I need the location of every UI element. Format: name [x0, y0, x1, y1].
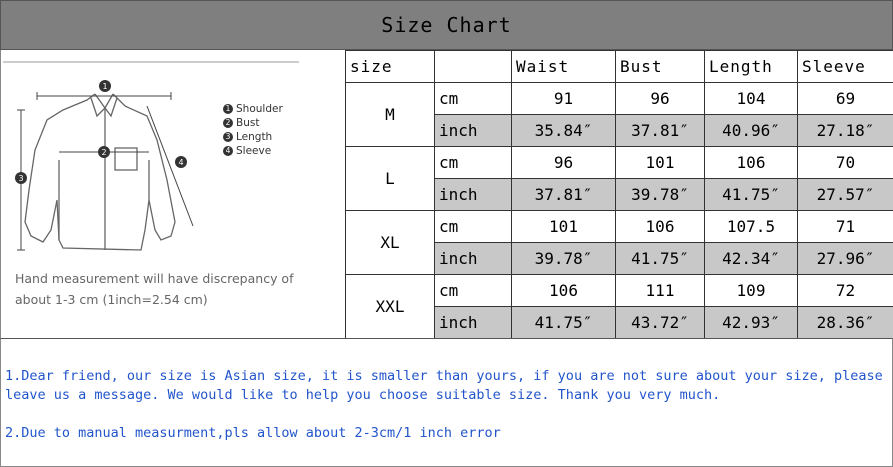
table-row: L cm 96 101 106 70: [345, 146, 893, 211]
unit-cell: cm: [434, 82, 512, 115]
unit-cell: inch: [434, 114, 512, 147]
value-cell: 109: [704, 274, 798, 307]
measurement-legend: 1 Shoulder 2 Bust 3 Length 4 Sleeve: [223, 102, 283, 158]
unit-cell: cm: [434, 210, 512, 243]
footnotes: 1.Dear friend, our size is Asian size, i…: [0, 338, 893, 467]
value-cell: 37.81″: [511, 178, 616, 211]
legend-item: 3 Length: [223, 130, 283, 144]
value-cell: 70: [797, 146, 893, 179]
note-line-1: Hand measurement will have discrepancy o…: [15, 271, 294, 286]
legend-item: 1 Shoulder: [223, 102, 283, 116]
legend-label: Sleeve: [236, 145, 272, 157]
value-cell: 101: [511, 210, 616, 243]
header-sleeve: Sleeve: [797, 50, 893, 83]
unit-cell: inch: [434, 242, 512, 275]
value-cell: 106: [704, 146, 798, 179]
header-size: size: [345, 50, 435, 83]
legend-number: 3: [223, 132, 233, 142]
footnote-2: 2.Due to manual measurment,pls allow abo…: [5, 425, 501, 441]
value-cell: 69: [797, 82, 893, 115]
measurement-diagram: 1 2 3 4 1 Shoulder 2 Bust 3 Length 4 Sle…: [0, 50, 345, 338]
value-cell: 28.36″: [797, 306, 893, 339]
measurement-note: Hand measurement will have discrepancy o…: [15, 268, 315, 310]
unit-cell: cm: [434, 274, 512, 307]
legend-number: 4: [223, 146, 233, 156]
value-cell: 41.75″: [615, 242, 705, 275]
size-label: XL: [345, 210, 435, 275]
value-cell: 111: [615, 274, 705, 307]
legend-number: 2: [223, 118, 233, 128]
value-cell: 101: [615, 146, 705, 179]
value-cell: 39.78″: [615, 178, 705, 211]
table-row: M cm 91 96 104 69: [345, 82, 893, 147]
unit-cell: inch: [434, 178, 512, 211]
marker-1-label: 1: [102, 82, 107, 91]
value-cell: 91: [511, 82, 616, 115]
unit-cell: cm: [434, 146, 512, 179]
value-cell: 43.72″: [615, 306, 705, 339]
value-cell: 35.84″: [511, 114, 616, 147]
size-table: size Waist Bust Length Sleeve M cm 91 96…: [345, 50, 893, 339]
legend-label: Bust: [236, 117, 260, 129]
header-unit: [434, 50, 512, 83]
table-header-row: size Waist Bust Length Sleeve: [345, 50, 893, 83]
legend-item: 4 Sleeve: [223, 144, 283, 158]
value-cell: 37.81″: [615, 114, 705, 147]
value-cell: 104: [704, 82, 798, 115]
value-cell: 39.78″: [511, 242, 616, 275]
value-cell: 42.34″: [704, 242, 798, 275]
value-cell: 27.18″: [797, 114, 893, 147]
table-row: XL cm 101 106 107.5 71: [345, 210, 893, 275]
header-bust: Bust: [615, 50, 705, 83]
value-cell: 40.96″: [704, 114, 798, 147]
marker-3-label: 3: [18, 174, 23, 183]
header-length: Length: [704, 50, 798, 83]
value-cell: 106: [615, 210, 705, 243]
value-cell: 27.57″: [797, 178, 893, 211]
size-chart-title: Size Chart: [0, 0, 893, 50]
value-cell: 41.75″: [511, 306, 616, 339]
size-label: M: [345, 82, 435, 147]
legend-label: Shoulder: [236, 103, 283, 115]
value-cell: 27.96″: [797, 242, 893, 275]
table-row: XXL cm 106 111 109 72: [345, 274, 893, 339]
size-label: L: [345, 146, 435, 211]
footnote-1: 1.Dear friend, our size is Asian size, i…: [5, 368, 883, 403]
value-cell: 41.75″: [704, 178, 798, 211]
legend-item: 2 Bust: [223, 116, 283, 130]
value-cell: 96: [615, 82, 705, 115]
value-cell: 71: [797, 210, 893, 243]
value-cell: 106: [511, 274, 616, 307]
unit-cell: inch: [434, 306, 512, 339]
value-cell: 72: [797, 274, 893, 307]
value-cell: 107.5: [704, 210, 798, 243]
size-label: XXL: [345, 274, 435, 339]
note-line-2: about 1-3 cm (1inch=2.54 cm): [15, 292, 208, 307]
value-cell: 96: [511, 146, 616, 179]
header-waist: Waist: [511, 50, 616, 83]
legend-number: 1: [223, 104, 233, 114]
value-cell: 42.93″: [704, 306, 798, 339]
marker-2-label: 2: [101, 148, 106, 157]
legend-label: Length: [236, 131, 273, 143]
marker-4-label: 4: [178, 158, 183, 167]
